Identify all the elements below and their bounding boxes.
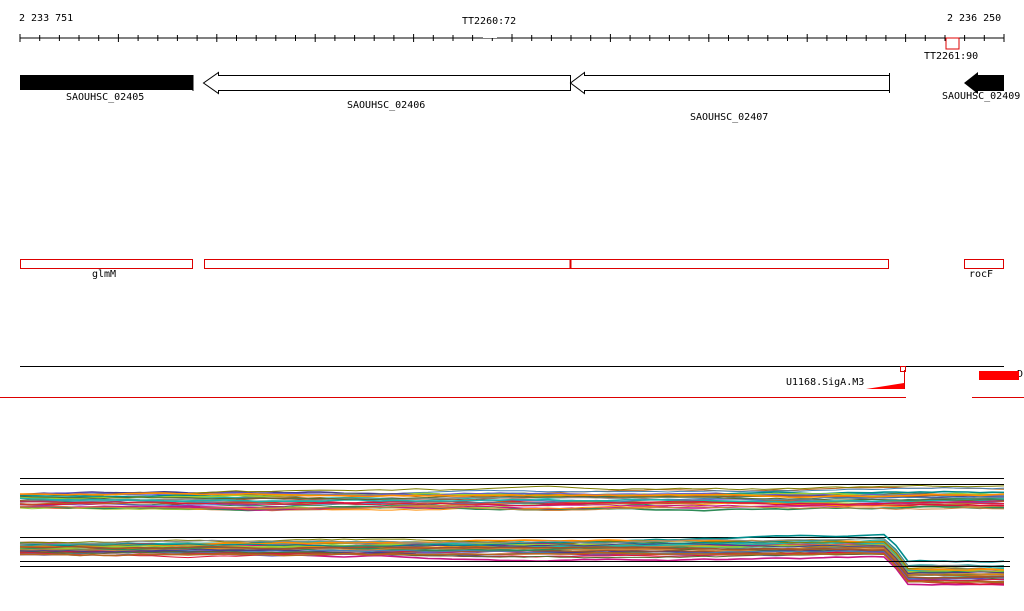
gene-saouhsc-02406[interactable] — [202, 71, 571, 95]
expression-profile-upper — [19, 484, 1005, 512]
operon-segment-2[interactable] — [204, 259, 571, 269]
gene-saouhsc-02409[interactable] — [964, 72, 1004, 94]
genome-browser-view: 2 233 751 2 236 250 TT2260:72 TT2261:90 … — [0, 0, 1024, 611]
track-canvas — [0, 30, 1024, 586]
gene-track — [20, 71, 1004, 95]
operon-segment-3[interactable] — [570, 259, 889, 269]
promoter-track — [0, 366, 1024, 402]
expression-profile-lower — [19, 533, 1005, 586]
ruler-axis — [19, 30, 1005, 50]
promoter-triangle[interactable] — [866, 383, 904, 389]
gene-saouhsc-02405[interactable] — [20, 75, 193, 90]
promoter-block-right[interactable] — [979, 371, 1019, 380]
operon-glmm[interactable] — [20, 259, 193, 269]
expression-profiles — [19, 478, 1010, 586]
terminator-marker-tt2260[interactable] — [483, 30, 497, 38]
gene-saouhsc-02407[interactable] — [569, 71, 890, 95]
operon-track — [20, 259, 1004, 269]
operon-rocf[interactable] — [964, 259, 1004, 269]
terminator-marker-tt2261[interactable] — [945, 37, 960, 50]
